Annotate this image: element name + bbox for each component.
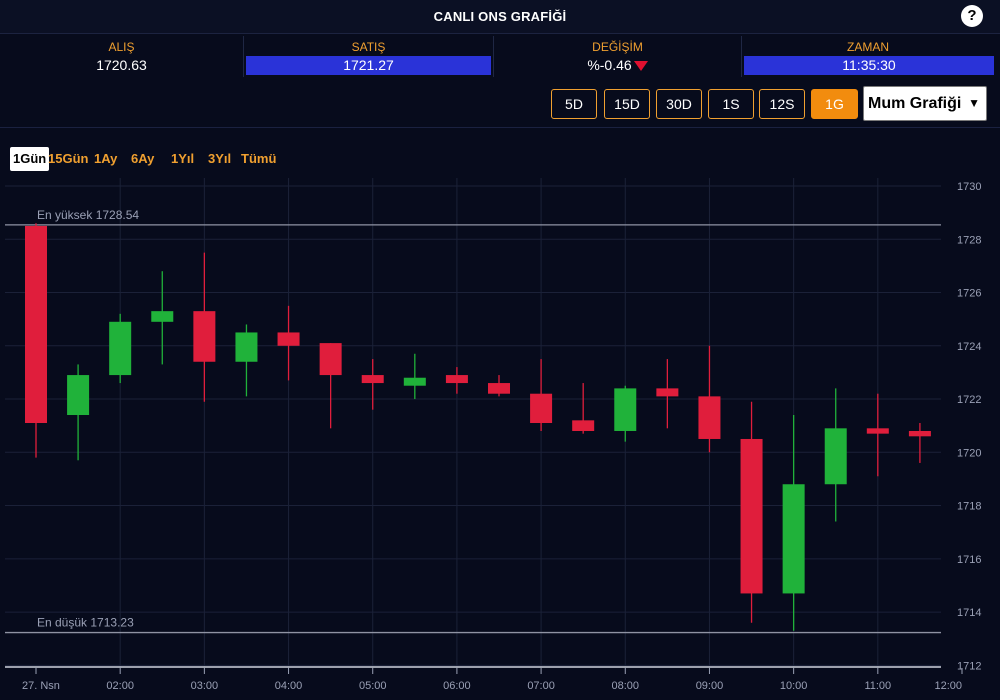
range-button-15gun[interactable]: 15Gün [48, 147, 88, 171]
bid-label: ALIŞ [108, 40, 135, 54]
candle-body-up[interactable] [782, 484, 805, 594]
candle-body-up[interactable] [824, 428, 847, 485]
candle-body-up[interactable] [67, 375, 90, 416]
candle-body-down[interactable] [319, 343, 342, 376]
candle-body-down[interactable] [698, 396, 721, 439]
x-tick-label: 05:00 [359, 680, 387, 692]
period-button-1g[interactable]: 1G [811, 89, 858, 119]
range-button-1yil[interactable]: 1Yıl [171, 147, 194, 171]
period-button-30d[interactable]: 30D [656, 89, 702, 119]
help-button[interactable]: ? [961, 5, 983, 27]
candle-body-up[interactable] [403, 377, 426, 386]
title-bar: CANLI ONS GRAFİĞİ ? [0, 0, 1000, 34]
x-tick-label: 09:00 [696, 680, 724, 692]
candle-body-down[interactable] [740, 438, 763, 594]
candlestick-chart: 1712 1714 1716 1718 1720 1722 1724 1726 1728 1730… [5, 178, 981, 692]
candle-body-down[interactable] [572, 420, 595, 431]
x-tick-label: 06:00 [443, 680, 471, 692]
x-tick-label: 03:00 [191, 680, 219, 692]
ask-value: 1721.27 [246, 56, 491, 75]
period-toolbar: 5D 15D 30D 1S 12S 1G Mum Grafiği ▼ [0, 80, 1000, 128]
y-tick-label: 1712 [957, 660, 981, 672]
down-arrow-icon [633, 61, 648, 71]
time-label: ZAMAN [847, 40, 889, 54]
x-tick-label: 27. Nsn [22, 680, 60, 692]
range-button-6ay[interactable]: 6Ay [131, 147, 154, 171]
candle-body-down[interactable] [193, 311, 216, 362]
range-button-1gun[interactable]: 1Gün [10, 147, 50, 171]
y-tick-label: 1724 [957, 341, 981, 353]
quote-change: DEĞİŞİM %-0.46 [494, 36, 742, 77]
chart-type-select[interactable]: Mum Grafiği ▼ [863, 86, 987, 121]
x-tick-label: 02:00 [106, 680, 134, 692]
candle-body-down[interactable] [866, 428, 889, 434]
candle-body-up[interactable] [235, 332, 258, 362]
y-tick-label: 1718 [957, 501, 981, 513]
range-button-1ay[interactable]: 1Ay [94, 147, 117, 171]
time-value: 11:35:30 [744, 56, 994, 75]
change-value: %-0.46 [587, 57, 632, 73]
bid-value: 1720.63 [96, 57, 147, 73]
page-title: CANLI ONS GRAFİĞİ [433, 9, 567, 24]
y-tick-label: 1726 [957, 288, 981, 300]
candle-body-down[interactable] [656, 388, 679, 397]
ask-label: SATIŞ [351, 40, 386, 54]
range-button-tumu[interactable]: Tümü [241, 147, 276, 171]
y-tick-label: 1714 [957, 607, 981, 619]
candle-body-up[interactable] [109, 321, 132, 376]
x-tick-label: 10:00 [780, 680, 808, 692]
y-tick-label: 1720 [957, 447, 981, 459]
quote-ask: SATIŞ 1721.27 [244, 36, 494, 77]
period-button-15d[interactable]: 15D [604, 89, 650, 119]
quote-bid: ALIŞ 1720.63 [0, 36, 244, 77]
change-label: DEĞİŞİM [592, 40, 643, 54]
candle-body-down[interactable] [530, 393, 553, 423]
quote-time: ZAMAN 11:35:30 [742, 36, 994, 77]
candle-body-down[interactable] [361, 375, 384, 384]
high-reference-label: En yüksek 1728.54 [37, 208, 139, 222]
x-tick-label: 07:00 [527, 680, 555, 692]
range-selector: 1Gün 15Gün 1Ay 6Ay 1Yıl 3Yıl Tümü [0, 144, 700, 172]
range-button-3yil[interactable]: 3Yıl [208, 147, 231, 171]
x-tick-label: 08:00 [612, 680, 640, 692]
period-button-12s[interactable]: 12S [759, 89, 805, 119]
period-button-1s[interactable]: 1S [708, 89, 754, 119]
quote-panel: ALIŞ 1720.63 SATIŞ 1721.27 DEĞİŞİM %-0.4… [0, 36, 1000, 78]
period-button-5d[interactable]: 5D [551, 89, 597, 119]
x-tick-label: 12:00 [934, 680, 962, 692]
chart-type-value: Mum Grafiği [868, 95, 962, 112]
candle-body-down[interactable] [908, 430, 931, 437]
x-tick-label: 11:00 [864, 680, 891, 692]
candle-body-down[interactable] [445, 375, 468, 384]
y-tick-label: 1722 [957, 394, 981, 406]
low-reference-label: En düşük 1713.23 [37, 616, 134, 630]
caret-down-icon: ▼ [968, 96, 980, 110]
x-tick-label: 04:00 [275, 680, 303, 692]
y-tick-label: 1730 [957, 181, 981, 193]
candle-body-down[interactable] [488, 383, 510, 394]
y-tick-label: 1716 [957, 554, 981, 566]
candle-body-up[interactable] [151, 311, 174, 322]
change-value-wrap: %-0.46 [494, 56, 741, 75]
candle-body-down[interactable] [25, 225, 47, 423]
candle-body-down[interactable] [277, 332, 300, 346]
y-tick-label: 1728 [957, 234, 981, 246]
candle-body-up[interactable] [614, 388, 637, 431]
